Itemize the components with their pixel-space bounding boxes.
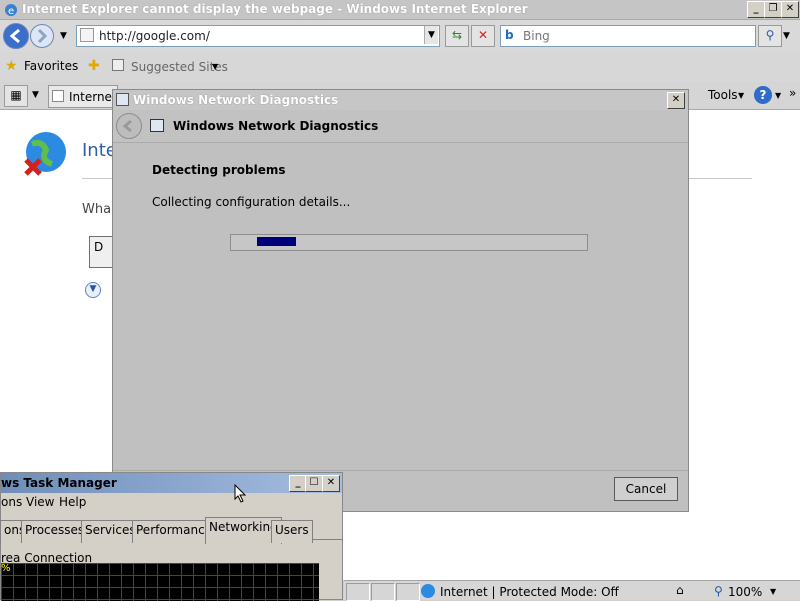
- search-options-icon[interactable]: ▼: [783, 31, 790, 41]
- zoom-icon: ⚲: [714, 584, 723, 598]
- tm-close-button[interactable]: ✕: [322, 475, 340, 492]
- address-value: http://google.com/: [99, 29, 210, 43]
- tab-page-icon: [52, 90, 64, 102]
- zoom-level[interactable]: 100%: [728, 585, 762, 599]
- forward-button[interactable]: [30, 24, 54, 48]
- tab-processes[interactable]: Processes: [21, 520, 89, 543]
- dialog-title: Windows Network Diagnostics: [133, 93, 339, 107]
- tab-users[interactable]: Users: [271, 520, 313, 543]
- task-manager-menu: ons View Help: [1, 493, 342, 511]
- tm-maximize-button[interactable]: ☐: [305, 475, 323, 492]
- tab-performance[interactable]: Performance: [132, 520, 217, 543]
- mouse-cursor-icon: [234, 483, 248, 504]
- cancel-button[interactable]: Cancel: [614, 477, 678, 501]
- stop-button[interactable]: ✕: [471, 25, 495, 47]
- dialog-body: Detecting problems Collecting configurat…: [113, 142, 688, 471]
- dialog-title-bar: Windows Network Diagnostics ✕: [113, 90, 688, 110]
- tools-dropdown-icon[interactable]: ▼: [738, 91, 744, 100]
- help-icon[interactable]: ?: [754, 86, 772, 104]
- ie-title-bar: e Internet Explorer cannot display the w…: [0, 0, 800, 20]
- close-button[interactable]: ✕: [781, 1, 799, 18]
- navigation-bar: ▼ http://google.com/ ▼ ⇆ ✕ b Bing ⚲ ▼: [0, 20, 800, 52]
- status-cell-1: [346, 583, 370, 601]
- chevron-more-icon[interactable]: »: [789, 86, 796, 100]
- task-manager-tabs: ons Processes Services Performance Netwo…: [0, 517, 342, 544]
- recent-pages-dropdown-icon[interactable]: ▼: [60, 31, 67, 41]
- address-bar[interactable]: http://google.com/ ▼: [76, 25, 440, 47]
- diagnostics-icon: [150, 119, 164, 132]
- globe-error-icon: [22, 130, 70, 178]
- task-manager-window: ws Task Manager _ ☐ ✕ ons View Help ons …: [0, 472, 343, 601]
- status-cell-2: [371, 583, 395, 601]
- zoom-dropdown-icon[interactable]: ▼: [770, 587, 776, 596]
- help-dropdown-icon[interactable]: ▼: [775, 91, 781, 100]
- refresh-button[interactable]: ⇆: [445, 25, 469, 47]
- svg-text:e: e: [8, 6, 14, 17]
- dialog-close-button[interactable]: ✕: [667, 92, 685, 109]
- internet-zone-icon: [421, 584, 435, 598]
- task-manager-title: ws Task Manager: [1, 476, 117, 490]
- dialog-app-icon: [116, 93, 129, 106]
- status-bar: Internet | Protected Mode: Off ⌂ ⚲ 100% …: [344, 580, 800, 601]
- favorites-bar: ★ Favorites ✚ Suggested Sites ▼: [0, 52, 800, 82]
- progress-fill: [257, 237, 296, 246]
- add-favorites-icon[interactable]: ✚: [88, 58, 100, 74]
- suggested-sites-icon: [112, 59, 124, 71]
- search-box[interactable]: b Bing: [500, 25, 756, 47]
- back-button[interactable]: [3, 23, 29, 49]
- page-question: Wha: [82, 202, 112, 217]
- network-diagnostics-dialog: Windows Network Diagnostics ✕ Windows Ne…: [112, 89, 689, 512]
- dialog-header-title: Windows Network Diagnostics: [173, 119, 379, 133]
- zone-status-text[interactable]: Internet | Protected Mode: Off: [440, 585, 619, 599]
- browser-tab[interactable]: Internet: [48, 85, 118, 108]
- menu-view[interactable]: View: [26, 495, 54, 509]
- search-placeholder: Bing: [523, 29, 550, 43]
- status-message: Collecting configuration details...: [152, 195, 351, 209]
- search-button[interactable]: ⚲: [758, 25, 782, 47]
- dialog-header: Windows Network Diagnostics: [113, 110, 688, 142]
- task-manager-title-bar: ws Task Manager _ ☐ ✕: [1, 473, 342, 493]
- menu-options[interactable]: ons: [1, 495, 22, 509]
- page-icon: [80, 28, 94, 42]
- status-cell-3: [396, 583, 420, 601]
- graph-scale-label: %: [1, 563, 11, 574]
- tools-menu[interactable]: Tools: [708, 88, 738, 102]
- tab-services[interactable]: Services: [81, 520, 140, 543]
- favorites-button[interactable]: Favorites: [24, 59, 78, 73]
- ie-window-title: Internet Explorer cannot display the web…: [22, 2, 528, 16]
- ie-app-icon: e: [4, 3, 18, 17]
- quick-tabs-button[interactable]: ▦: [4, 85, 28, 107]
- dialog-back-button[interactable]: [116, 113, 142, 139]
- menu-help[interactable]: Help: [59, 495, 86, 509]
- bing-icon: b: [505, 28, 514, 42]
- suggested-sites-dropdown-icon[interactable]: ▼: [212, 62, 218, 71]
- more-info-chevron-icon[interactable]: ▼: [85, 282, 101, 298]
- minimize-button[interactable]: _: [747, 1, 765, 18]
- favorites-star-icon: ★: [5, 58, 18, 74]
- tab-list-dropdown-icon[interactable]: ▼: [32, 90, 39, 100]
- network-graph: %: [1, 563, 319, 601]
- address-dropdown-icon[interactable]: ▼: [424, 26, 438, 44]
- progress-bar: [230, 234, 588, 251]
- protected-mode-icon[interactable]: ⌂: [676, 583, 684, 597]
- status-heading: Detecting problems: [152, 163, 286, 177]
- restore-button[interactable]: ❐: [764, 1, 782, 18]
- tab-label: Internet: [69, 90, 117, 104]
